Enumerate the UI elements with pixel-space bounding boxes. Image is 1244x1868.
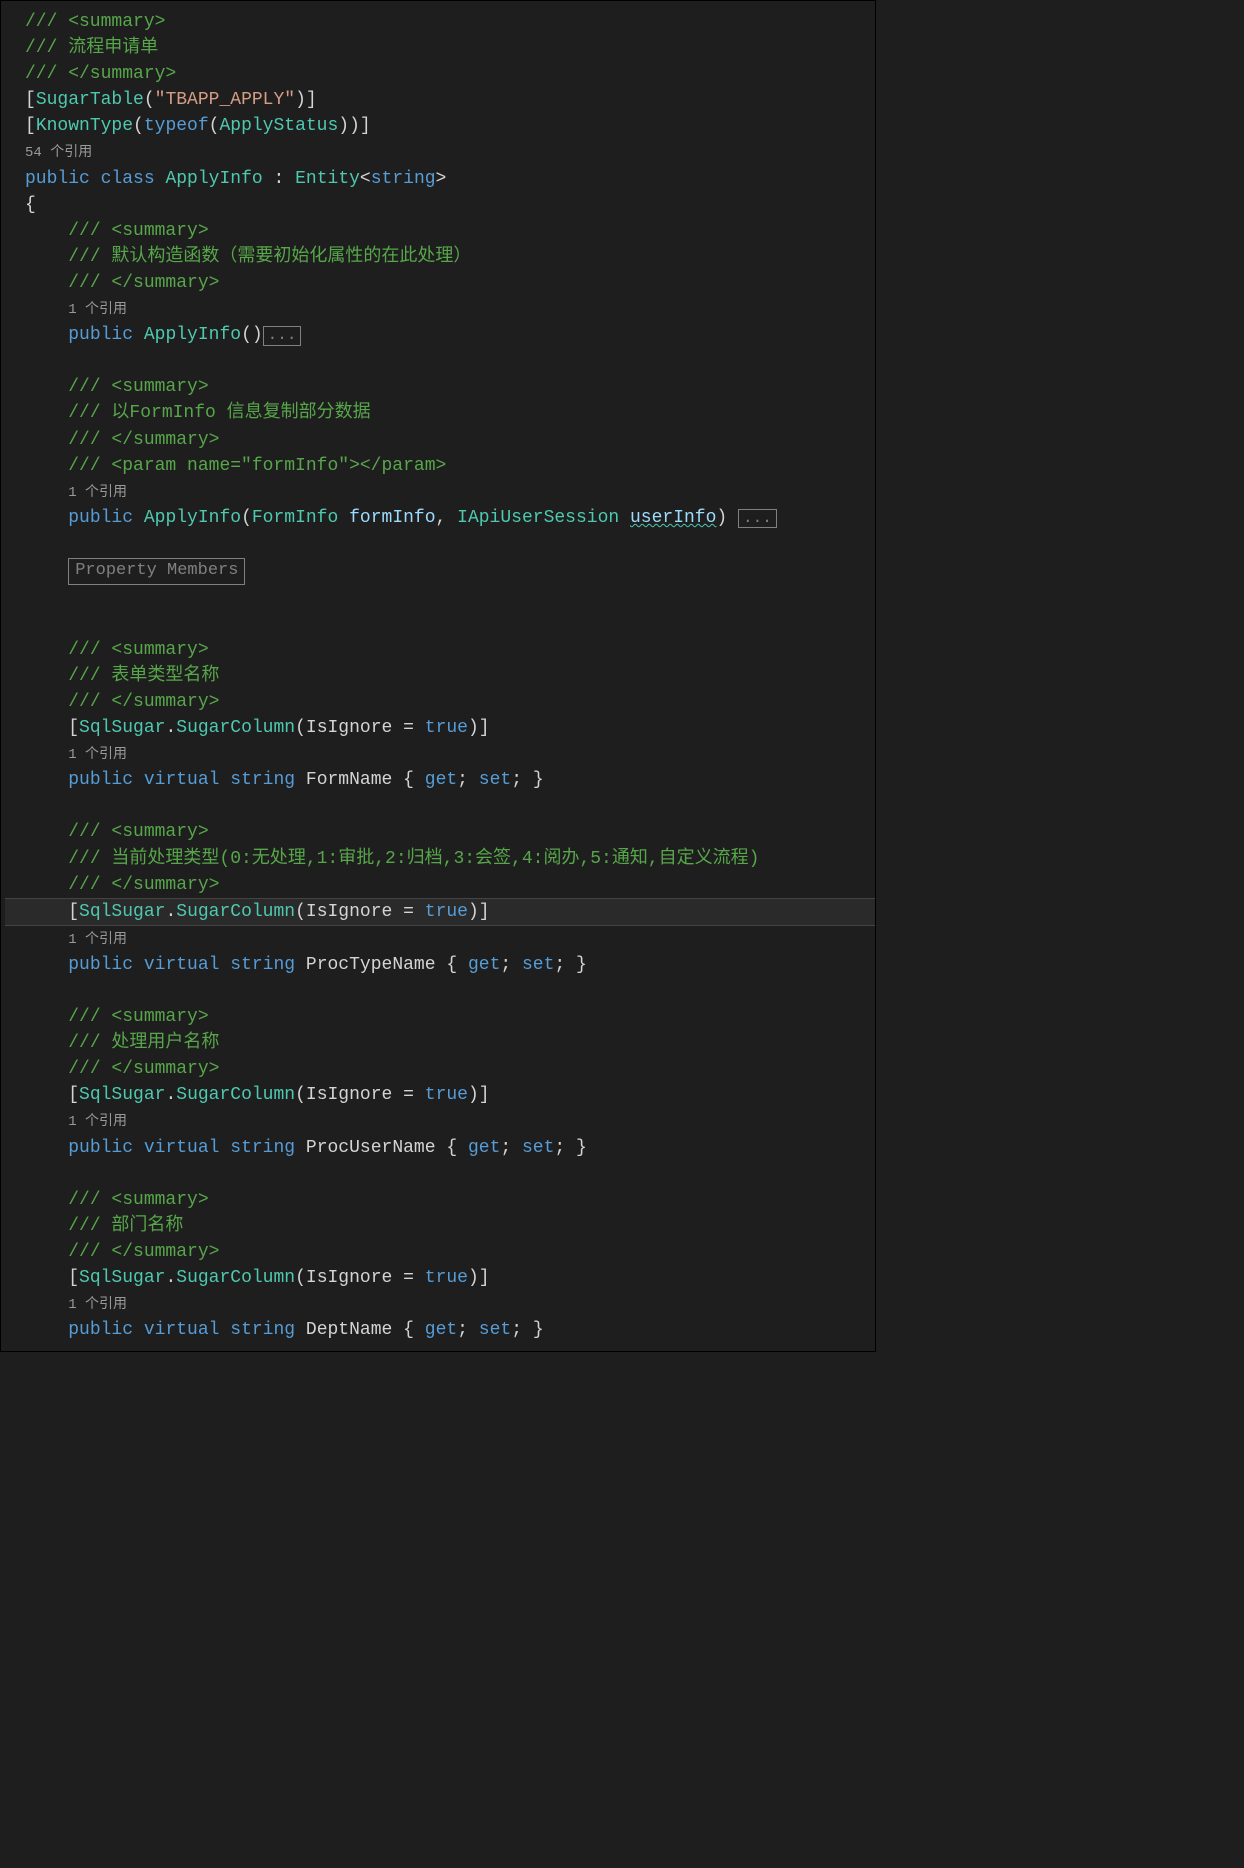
blank-line [5,1161,875,1187]
code-line: [SqlSugar.SugarColumn(IsIgnore = true)] [5,1265,875,1291]
code-line: public virtual string FormName { get; se… [5,767,875,793]
collapsed-region-label[interactable]: Property Members [68,558,245,585]
xml-doc-summary-close: /// </summary> [25,64,176,84]
blank-line [5,793,875,819]
blank-line [5,611,875,637]
blank-line [5,978,875,1004]
type-ref: ApplyStatus [219,116,338,136]
code-line: [SqlSugar.SugarColumn(IsIgnore = true)] [5,1082,875,1108]
code-line-current: [SqlSugar.SugarColumn(IsIgnore = true)] [5,898,875,926]
code-line: Property Members [5,557,875,585]
blank-line [5,348,875,374]
code-line: /// </summary> [5,689,875,715]
code-line: public ApplyInfo()... [5,322,875,348]
code-line: /// 流程申请单 [5,35,875,61]
code-line: /// </summary> [5,270,875,296]
code-line: /// <summary> [5,1187,875,1213]
code-line: /// </summary> [5,1056,875,1082]
blank-line [5,585,875,611]
collapsed-region[interactable]: ... [738,509,777,529]
codelens[interactable]: 1 个引用 [5,1291,875,1317]
codelens[interactable]: 1 个引用 [5,1108,875,1134]
code-line: public ApplyInfo(FormInfo formInfo, IApi… [5,505,875,531]
codelens[interactable]: 1 个引用 [5,479,875,505]
code-line: /// <summary> [5,637,875,663]
xml-doc-summary-open: /// <summary> [25,12,165,32]
code-line: /// <summary> [5,218,875,244]
code-line: /// </summary> [5,872,875,898]
code-line: /// 处理用户名称 [5,1030,875,1056]
attribute-name: SugarTable [36,90,144,110]
code-line: [KnownType(typeof(ApplyStatus))] [5,113,875,139]
code-line: /// <summary> [5,1004,875,1030]
blank-line [5,531,875,557]
code-line: /// </summary> [5,1239,875,1265]
collapsed-region[interactable]: ... [263,326,302,346]
codelens[interactable]: 54 个引用 [5,139,875,165]
attribute-name: KnownType [36,116,133,136]
code-editor[interactable]: /// <summary> /// 流程申请单 /// </summary> [… [0,0,876,1352]
code-line: [SqlSugar.SugarColumn(IsIgnore = true)] [5,715,875,741]
param-underlined: userInfo [630,508,716,528]
code-line: /// 默认构造函数（需要初始化属性的在此处理） [5,244,875,270]
code-line: /// <summary> [5,374,875,400]
code-line: /// </summary> [5,427,875,453]
codelens[interactable]: 1 个引用 [5,926,875,952]
code-line: public virtual string ProcTypeName { get… [5,952,875,978]
codelens[interactable]: 1 个引用 [5,741,875,767]
code-line: public virtual string DeptName { get; se… [5,1317,875,1343]
code-line: public virtual string ProcUserName { get… [5,1135,875,1161]
keyword-typeof: typeof [144,116,209,136]
code-line: /// <param name="formInfo"></param> [5,453,875,479]
codelens[interactable]: 1 个引用 [5,296,875,322]
code-line: public class ApplyInfo : Entity<string> [5,166,875,192]
code-line: /// 部门名称 [5,1213,875,1239]
code-line: { [5,192,875,218]
string-literal: "TBAPP_APPLY" [155,90,295,110]
code-line: /// 表单类型名称 [5,663,875,689]
code-line: /// </summary> [5,61,875,87]
code-line: [SugarTable("TBAPP_APPLY")] [5,87,875,113]
code-line: /// <summary> [5,9,875,35]
code-line: /// <summary> [5,819,875,845]
code-line: /// 以FormInfo 信息复制部分数据 [5,400,875,426]
xml-doc-text: /// 流程申请单 [25,38,158,58]
code-line: /// 当前处理类型(0:无处理,1:审批,2:归档,3:会签,4:阅办,5:通… [5,846,875,872]
